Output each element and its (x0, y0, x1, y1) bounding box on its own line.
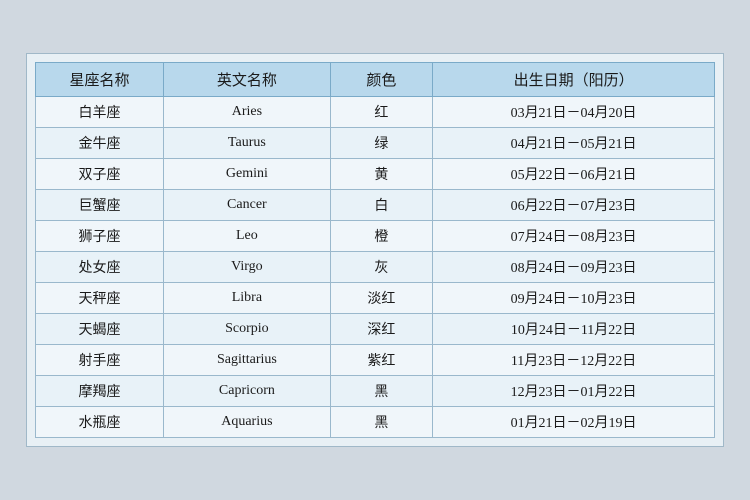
cell-color: 紫红 (330, 345, 432, 376)
zodiac-table-container: 星座名称 英文名称 颜色 出生日期（阳历） 白羊座Aries红03月21日－04… (26, 53, 724, 447)
table-row: 金牛座Taurus绿04月21日－05月21日 (36, 128, 715, 159)
cell-color: 淡红 (330, 283, 432, 314)
cell-color: 黑 (330, 407, 432, 438)
table-row: 天蝎座Scorpio深红10月24日－11月22日 (36, 314, 715, 345)
cell-date: 11月23日－12月22日 (433, 345, 715, 376)
table-row: 双子座Gemini黄05月22日－06月21日 (36, 159, 715, 190)
cell-color: 灰 (330, 252, 432, 283)
table-row: 处女座Virgo灰08月24日－09月23日 (36, 252, 715, 283)
cell-english: Libra (164, 283, 331, 314)
cell-chinese: 天蝎座 (36, 314, 164, 345)
cell-english: Capricorn (164, 376, 331, 407)
cell-english: Leo (164, 221, 331, 252)
cell-chinese: 摩羯座 (36, 376, 164, 407)
table-row: 射手座Sagittarius紫红11月23日－12月22日 (36, 345, 715, 376)
cell-english: Gemini (164, 159, 331, 190)
header-chinese: 星座名称 (36, 63, 164, 97)
cell-english: Cancer (164, 190, 331, 221)
cell-color: 深红 (330, 314, 432, 345)
cell-date: 04月21日－05月21日 (433, 128, 715, 159)
cell-color: 红 (330, 97, 432, 128)
cell-chinese: 水瓶座 (36, 407, 164, 438)
header-date: 出生日期（阳历） (433, 63, 715, 97)
cell-english: Scorpio (164, 314, 331, 345)
cell-color: 黄 (330, 159, 432, 190)
cell-color: 白 (330, 190, 432, 221)
cell-date: 05月22日－06月21日 (433, 159, 715, 190)
cell-english: Sagittarius (164, 345, 331, 376)
cell-chinese: 狮子座 (36, 221, 164, 252)
header-english: 英文名称 (164, 63, 331, 97)
table-row: 巨蟹座Cancer白06月22日－07月23日 (36, 190, 715, 221)
table-row: 水瓶座Aquarius黑01月21日－02月19日 (36, 407, 715, 438)
table-header-row: 星座名称 英文名称 颜色 出生日期（阳历） (36, 63, 715, 97)
table-row: 摩羯座Capricorn黑12月23日－01月22日 (36, 376, 715, 407)
cell-chinese: 巨蟹座 (36, 190, 164, 221)
cell-chinese: 金牛座 (36, 128, 164, 159)
cell-date: 07月24日－08月23日 (433, 221, 715, 252)
cell-chinese: 天秤座 (36, 283, 164, 314)
cell-english: Aries (164, 97, 331, 128)
cell-color: 橙 (330, 221, 432, 252)
cell-chinese: 双子座 (36, 159, 164, 190)
table-row: 狮子座Leo橙07月24日－08月23日 (36, 221, 715, 252)
cell-date: 12月23日－01月22日 (433, 376, 715, 407)
table-body: 白羊座Aries红03月21日－04月20日金牛座Taurus绿04月21日－0… (36, 97, 715, 438)
cell-color: 绿 (330, 128, 432, 159)
cell-english: Taurus (164, 128, 331, 159)
cell-date: 08月24日－09月23日 (433, 252, 715, 283)
cell-english: Aquarius (164, 407, 331, 438)
cell-english: Virgo (164, 252, 331, 283)
cell-chinese: 处女座 (36, 252, 164, 283)
cell-date: 09月24日－10月23日 (433, 283, 715, 314)
zodiac-table: 星座名称 英文名称 颜色 出生日期（阳历） 白羊座Aries红03月21日－04… (35, 62, 715, 438)
header-color: 颜色 (330, 63, 432, 97)
cell-date: 10月24日－11月22日 (433, 314, 715, 345)
cell-chinese: 白羊座 (36, 97, 164, 128)
cell-date: 06月22日－07月23日 (433, 190, 715, 221)
cell-date: 01月21日－02月19日 (433, 407, 715, 438)
cell-chinese: 射手座 (36, 345, 164, 376)
table-row: 白羊座Aries红03月21日－04月20日 (36, 97, 715, 128)
table-row: 天秤座Libra淡红09月24日－10月23日 (36, 283, 715, 314)
cell-date: 03月21日－04月20日 (433, 97, 715, 128)
cell-color: 黑 (330, 376, 432, 407)
